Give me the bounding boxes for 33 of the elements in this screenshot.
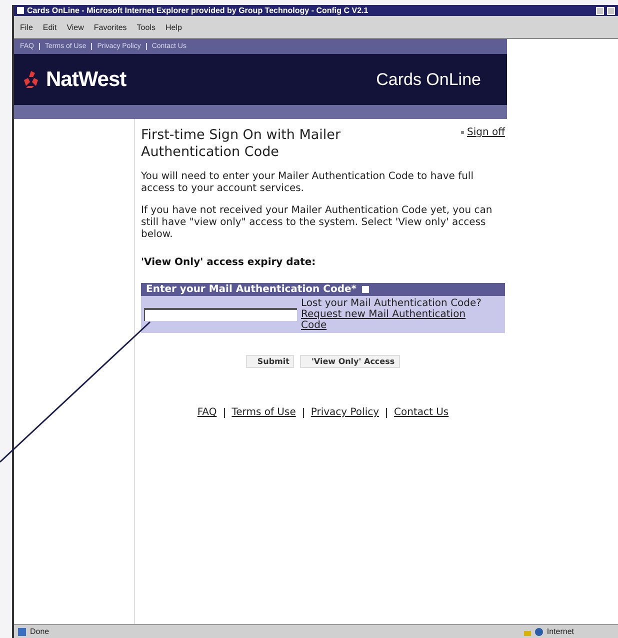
submit-button[interactable]: Submit [246, 355, 294, 368]
paragraph: You will need to enter your Mailer Authentication Code to have full access to your account services. [141, 171, 474, 195]
zone-text: Internet [546, 627, 574, 636]
panel-title: Enter your Mail Authentication Code* [146, 284, 356, 295]
expiry-label: 'View Only' access expiry date: [141, 257, 317, 268]
menu-item[interactable]: Tools [136, 22, 156, 32]
browser-icon [17, 7, 24, 14]
page-icon [18, 628, 26, 636]
code-input-field[interactable] [144, 308, 297, 321]
window-title: Cards OnLine - Microsoft Internet Explorer provided by Group Technology - Config C V2.1 [27, 6, 370, 15]
footer-link[interactable]: Privacy Policy [310, 407, 380, 418]
sign-off-link[interactable]: Sign off [461, 127, 505, 138]
footer-link[interactable]: FAQ [197, 407, 217, 418]
paragraph: If you have not received your Mailer Authentication Code yet, you can still have "view only" access to the system. Select 'View only' access below. [141, 205, 494, 241]
info-icon[interactable] [362, 286, 370, 293]
footer-link[interactable]: Contact Us [394, 407, 449, 418]
page-title: First-time Sign On with Mailer Authentication Code [141, 127, 342, 161]
menu-item[interactable]: Edit [42, 22, 57, 32]
minimize-button[interactable] [596, 6, 604, 14]
request-code-link[interactable]: Request new Mail Authentication Code [301, 309, 491, 331]
footer-link[interactable]: Terms of Use [232, 407, 296, 418]
menu-item[interactable]: Help [165, 22, 182, 32]
menu-item[interactable]: Favorites [94, 22, 127, 32]
status-text: Done [30, 627, 50, 636]
product-name: Cards OnLine [376, 70, 481, 90]
view-only-button[interactable]: 'View Only' Access [300, 355, 400, 368]
globe-icon [534, 628, 543, 636]
lost-code-text: Lost your Mail Authentication Code? [301, 298, 482, 309]
menu-item[interactable]: File [20, 22, 33, 32]
menu-item[interactable]: View [66, 22, 84, 32]
brand-name: NatWest [46, 68, 126, 92]
maximize-button[interactable] [607, 6, 615, 14]
logo-icon [22, 71, 40, 88]
